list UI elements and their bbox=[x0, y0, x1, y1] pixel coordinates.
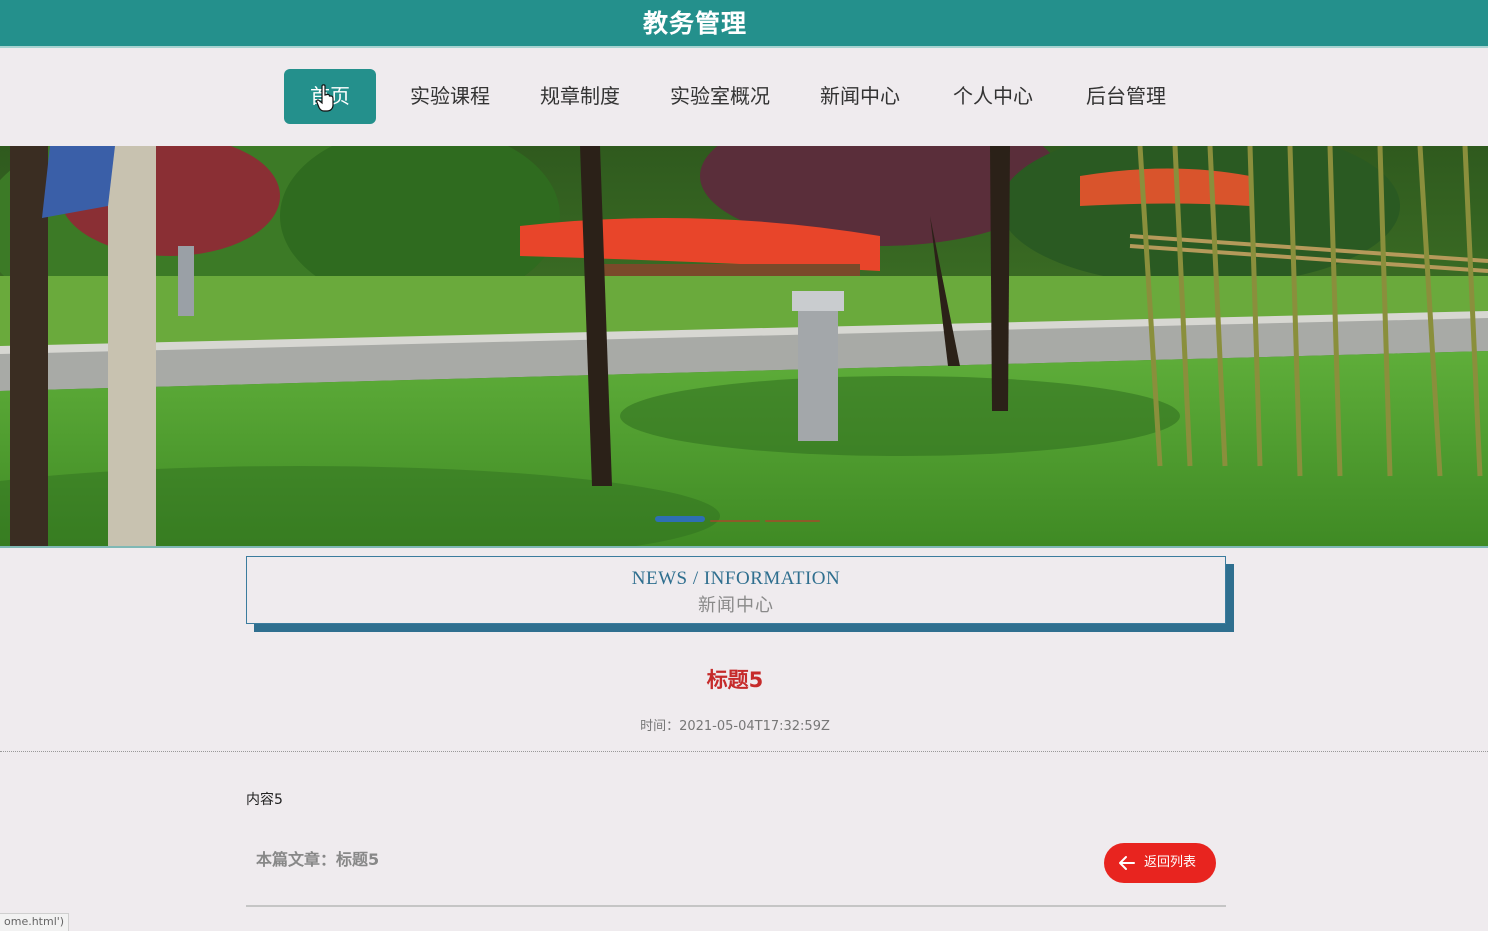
carousel-dot-2[interactable] bbox=[710, 520, 760, 522]
section-title-chinese: 新闻中心 bbox=[698, 595, 774, 615]
site-title: 教务管理 bbox=[642, 9, 747, 38]
article-time: 时间：2021-05-04T17:32:59Z bbox=[640, 719, 830, 734]
article-title: 标题5 bbox=[706, 668, 764, 692]
current-article-label: 本篇文章：标题5 bbox=[256, 850, 380, 869]
carousel-dot-1[interactable] bbox=[655, 516, 705, 522]
dotted-divider bbox=[0, 751, 1488, 752]
nav-item-personal[interactable]: 个人中心 bbox=[943, 69, 1043, 124]
back-to-list-button[interactable]: 返回列表 bbox=[1104, 843, 1216, 883]
nav-item-regulations[interactable]: 规章制度 bbox=[530, 69, 630, 124]
banner-scene-graphic bbox=[0, 146, 1488, 546]
section-title-english: NEWS / INFORMATION bbox=[631, 568, 841, 589]
news-section-header: NEWS / INFORMATION 新闻中心 bbox=[246, 556, 1226, 624]
status-bar-url: ome.html') bbox=[0, 913, 70, 931]
nav-item-lab-overview[interactable]: 实验室概况 bbox=[660, 69, 780, 124]
article-content: 内容5 bbox=[246, 792, 283, 808]
top-header-bar: 教务管理 bbox=[0, 0, 1488, 48]
banner-image[interactable] bbox=[0, 146, 1488, 548]
nav-item-admin[interactable]: 后台管理 bbox=[1076, 69, 1176, 124]
arrow-left-icon bbox=[1119, 856, 1135, 870]
nav-item-news[interactable]: 新闻中心 bbox=[810, 69, 910, 124]
back-to-list-label: 返回列表 bbox=[1144, 855, 1197, 870]
nav-item-courses[interactable]: 实验课程 bbox=[400, 69, 500, 124]
main-nav: 首页 实验课程 规章制度 实验室概况 新闻中心 个人中心 后台管理 bbox=[0, 48, 1488, 146]
bottom-divider bbox=[246, 905, 1226, 907]
carousel-dot-3[interactable] bbox=[765, 520, 820, 522]
hand-pointer-icon bbox=[316, 84, 334, 112]
